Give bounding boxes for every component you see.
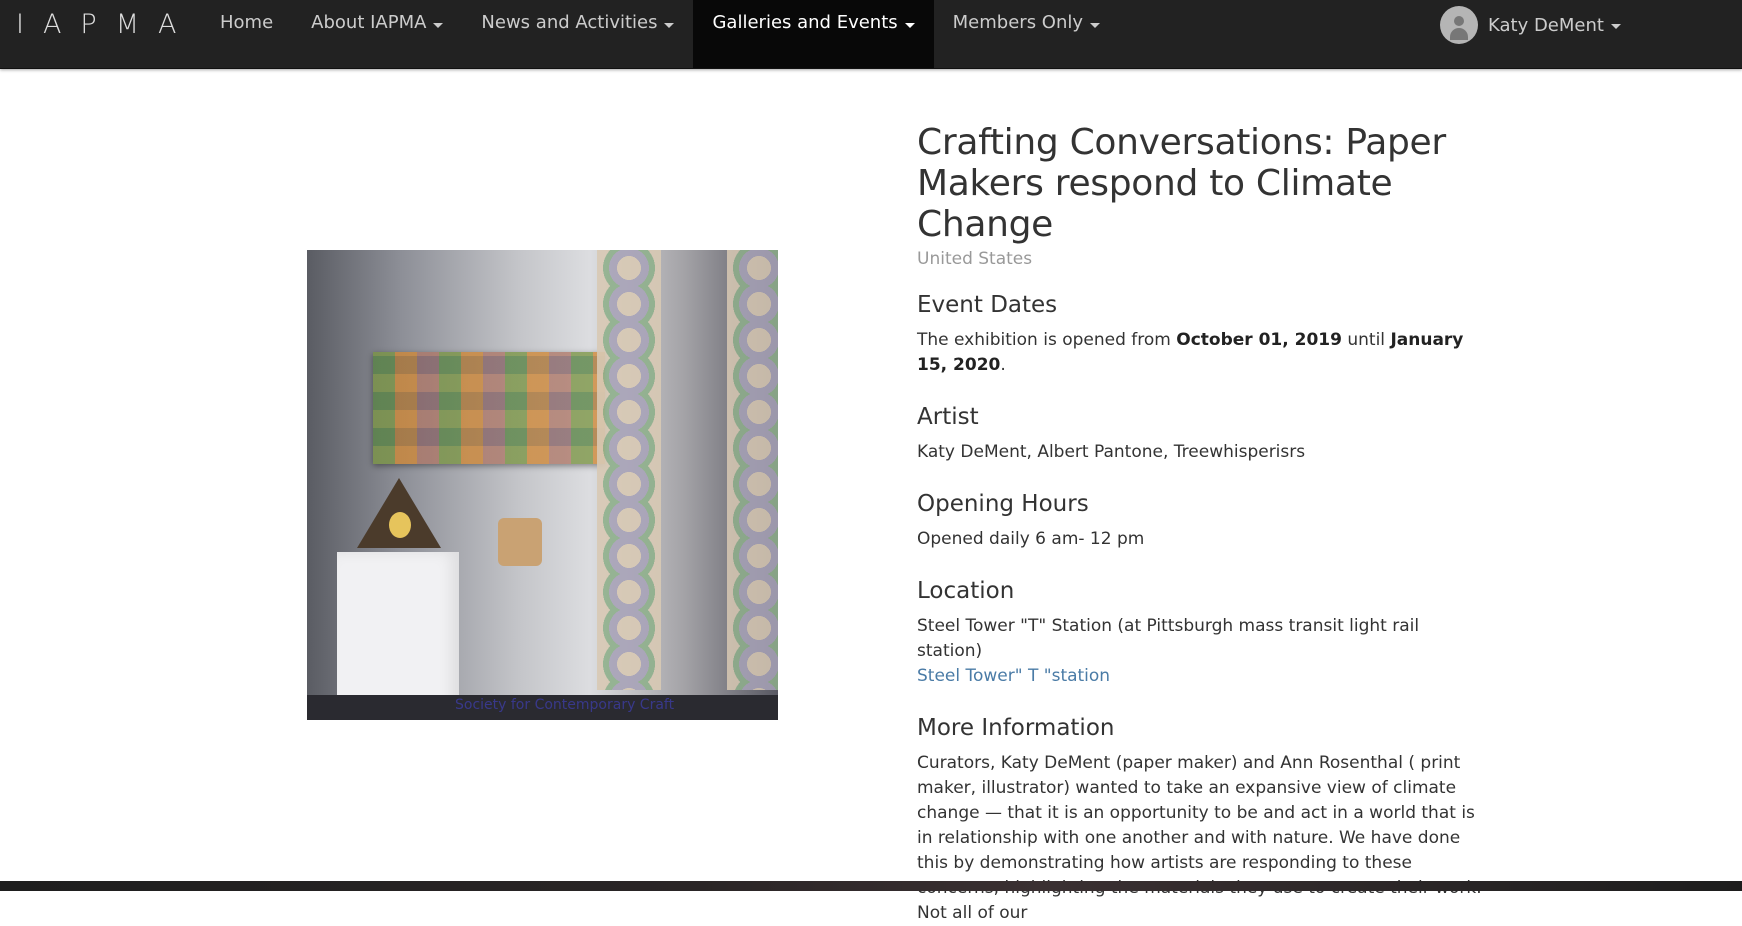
nav-members[interactable]: Members Only	[934, 0, 1119, 68]
nav-about[interactable]: About IAPMA	[292, 0, 462, 68]
dates-prefix: The exhibition is opened from	[917, 330, 1171, 350]
event-details: Crafting Conversations: Paper Makers res…	[917, 122, 1482, 926]
more-info-heading: More Information	[917, 715, 1115, 741]
location-link[interactable]: Steel Tower" T "station	[917, 666, 1110, 686]
user-name: Katy DeMent	[1488, 14, 1604, 36]
brand-logo[interactable]: IAPMA	[0, 6, 195, 42]
nav-news-label: News and Activities	[481, 12, 658, 33]
photo-paper-garland	[727, 250, 778, 690]
photo-sculpture-highlight	[389, 512, 411, 538]
nav-news[interactable]: News and Activities	[462, 0, 693, 68]
photo-watermark: Society for Contemporary Craft	[455, 697, 675, 713]
nav-galleries-label: Galleries and Events	[712, 12, 898, 33]
caret-down-icon	[1610, 23, 1621, 29]
caret-down-icon	[664, 23, 675, 28]
nav-galleries[interactable]: Galleries and Events	[693, 0, 934, 68]
date-start: October 01, 2019	[1176, 330, 1342, 350]
nav-about-label: About IAPMA	[311, 12, 427, 33]
bottom-edge	[0, 881, 1742, 891]
event-dates-heading: Event Dates	[917, 292, 1058, 318]
page-title: Crafting Conversations: Paper Makers res…	[917, 122, 1446, 245]
opening-hours-text: Opened daily 6 am- 12 pm	[917, 529, 1145, 549]
location-address: Steel Tower "T" Station (at Pittsburgh m…	[917, 616, 1420, 661]
artist-heading: Artist	[917, 404, 979, 430]
nav-members-label: Members Only	[952, 12, 1084, 33]
opening-hours-heading: Opening Hours	[917, 491, 1089, 517]
nav-home-label: Home	[220, 12, 274, 33]
caret-down-icon	[433, 23, 444, 28]
photo-om-tile	[498, 518, 542, 566]
photo-paper-garland	[597, 250, 661, 690]
dates-mid: until	[1347, 330, 1386, 350]
event-country: United States	[917, 249, 1033, 269]
artist-list: Katy DeMent, Albert Pantone, Treewhisper…	[917, 442, 1306, 462]
top-navbar: IAPMA Home About IAPMA News and Activiti…	[0, 0, 1742, 69]
caret-down-icon	[1090, 23, 1101, 28]
nav-home[interactable]: Home	[201, 0, 292, 68]
location-text: Steel Tower "T" Station (at Pittsburgh m…	[917, 614, 1482, 689]
user-avatar-icon	[1440, 6, 1478, 44]
event-photo[interactable]: Society for Contemporary Craft	[307, 250, 778, 720]
more-info-text: Curators, Katy DeMent (paper maker) and …	[917, 753, 1482, 923]
location-heading: Location	[917, 578, 1015, 604]
main-menu: Home About IAPMA News and Activities Gal…	[201, 0, 1119, 68]
photo-quilt-artwork	[373, 352, 605, 464]
caret-down-icon	[904, 23, 915, 28]
user-menu[interactable]: Katy DeMent	[1440, 0, 1621, 50]
brand-text: IAPMA	[16, 8, 196, 40]
event-dates-text: The exhibition is opened from October 01…	[917, 328, 1482, 378]
dates-suffix: .	[1000, 355, 1006, 375]
